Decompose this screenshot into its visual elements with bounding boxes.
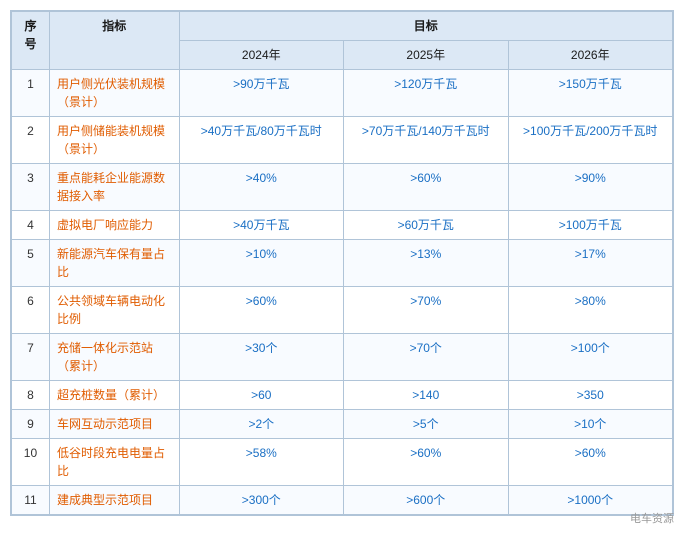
table-row: 6公共领域车辆电动化 比例>60%>70%>80% <box>12 287 673 334</box>
cell-2024: >58% <box>179 439 343 486</box>
cell-2024: >60% <box>179 287 343 334</box>
cell-num: 2 <box>12 117 50 164</box>
cell-2026: >60% <box>508 439 673 486</box>
cell-num: 10 <box>12 439 50 486</box>
table-row: 3重点能耗企业能源数据接入率>40%>60%>90% <box>12 164 673 211</box>
cell-indicator: 用户侧光伏装机规模（景计） <box>49 70 179 117</box>
cell-num: 3 <box>12 164 50 211</box>
cell-2025: >60万千瓦 <box>344 211 508 240</box>
header-2025: 2025年 <box>344 41 508 70</box>
cell-2024: >90万千瓦 <box>179 70 343 117</box>
cell-num: 8 <box>12 381 50 410</box>
cell-2026: >150万千瓦 <box>508 70 673 117</box>
cell-2025: >70个 <box>344 334 508 381</box>
cell-indicator: 超充桩数量（累计） <box>49 381 179 410</box>
table-row: 1用户侧光伏装机规模（景计）>90万千瓦>120万千瓦>150万千瓦 <box>12 70 673 117</box>
cell-num: 4 <box>12 211 50 240</box>
cell-indicator: 车网互动示范项目 <box>49 410 179 439</box>
cell-num: 6 <box>12 287 50 334</box>
cell-2025: >600个 <box>344 486 508 515</box>
cell-2024: >40万千瓦 <box>179 211 343 240</box>
cell-indicator: 重点能耗企业能源数据接入率 <box>49 164 179 211</box>
cell-2024: >300个 <box>179 486 343 515</box>
cell-2026: >100个 <box>508 334 673 381</box>
table-row: 4虚拟电厂响应能力>40万千瓦>60万千瓦>100万千瓦 <box>12 211 673 240</box>
cell-2024: >10% <box>179 240 343 287</box>
cell-num: 9 <box>12 410 50 439</box>
table-row: 8超充桩数量（累计）>60>140>350 <box>12 381 673 410</box>
cell-indicator: 公共领域车辆电动化 比例 <box>49 287 179 334</box>
cell-2025: >120万千瓦 <box>344 70 508 117</box>
cell-2026: >80% <box>508 287 673 334</box>
watermark: 电车资源 <box>630 510 674 526</box>
table-row: 10低谷时段充电电量占比>58%>60%>60% <box>12 439 673 486</box>
cell-2025: >140 <box>344 381 508 410</box>
cell-2026: >90% <box>508 164 673 211</box>
cell-num: 5 <box>12 240 50 287</box>
header-2024: 2024年 <box>179 41 343 70</box>
header-row-1: 序号 指标 目标 <box>12 12 673 41</box>
table-body: 1用户侧光伏装机规模（景计）>90万千瓦>120万千瓦>150万千瓦2用户侧储能… <box>12 70 673 515</box>
cell-2026: >10个 <box>508 410 673 439</box>
cell-2024: >2个 <box>179 410 343 439</box>
cell-2025: >13% <box>344 240 508 287</box>
cell-indicator: 低谷时段充电电量占比 <box>49 439 179 486</box>
cell-2025: >70% <box>344 287 508 334</box>
data-table: 序号 指标 目标 2024年 2025年 2026年 1用户侧光伏装机规模（景计… <box>11 11 673 515</box>
cell-2024: >40% <box>179 164 343 211</box>
cell-2025: >60% <box>344 439 508 486</box>
main-table-wrapper: 序号 指标 目标 2024年 2025年 2026年 1用户侧光伏装机规模（景计… <box>10 10 674 516</box>
cell-indicator: 充储一体化示范站（累计） <box>49 334 179 381</box>
cell-2025: >5个 <box>344 410 508 439</box>
cell-2026: >350 <box>508 381 673 410</box>
table-row: 7充储一体化示范站（累计）>30个>70个>100个 <box>12 334 673 381</box>
table-row: 5新能源汽车保有量占比>10%>13%>17% <box>12 240 673 287</box>
cell-2025: >60% <box>344 164 508 211</box>
cell-2026: >17% <box>508 240 673 287</box>
cell-indicator: 用户侧储能装机规模（景计） <box>49 117 179 164</box>
cell-indicator: 新能源汽车保有量占比 <box>49 240 179 287</box>
table-row: 2用户侧储能装机规模（景计）>40万千瓦/80万千瓦时>70万千瓦/140万千瓦… <box>12 117 673 164</box>
table-row: 9车网互动示范项目>2个>5个>10个 <box>12 410 673 439</box>
cell-num: 11 <box>12 486 50 515</box>
cell-2025: >70万千瓦/140万千瓦时 <box>344 117 508 164</box>
cell-num: 7 <box>12 334 50 381</box>
cell-2026: >100万千瓦 <box>508 211 673 240</box>
cell-indicator: 虚拟电厂响应能力 <box>49 211 179 240</box>
header-indicator: 指标 <box>49 12 179 70</box>
cell-2026: >100万千瓦/200万千瓦时 <box>508 117 673 164</box>
cell-2024: >60 <box>179 381 343 410</box>
header-num: 序号 <box>12 12 50 70</box>
cell-2024: >40万千瓦/80万千瓦时 <box>179 117 343 164</box>
header-2026: 2026年 <box>508 41 673 70</box>
cell-indicator: 建成典型示范项目 <box>49 486 179 515</box>
table-row: 11建成典型示范项目>300个>600个>1000个 <box>12 486 673 515</box>
header-target: 目标 <box>179 12 672 41</box>
cell-num: 1 <box>12 70 50 117</box>
cell-2024: >30个 <box>179 334 343 381</box>
